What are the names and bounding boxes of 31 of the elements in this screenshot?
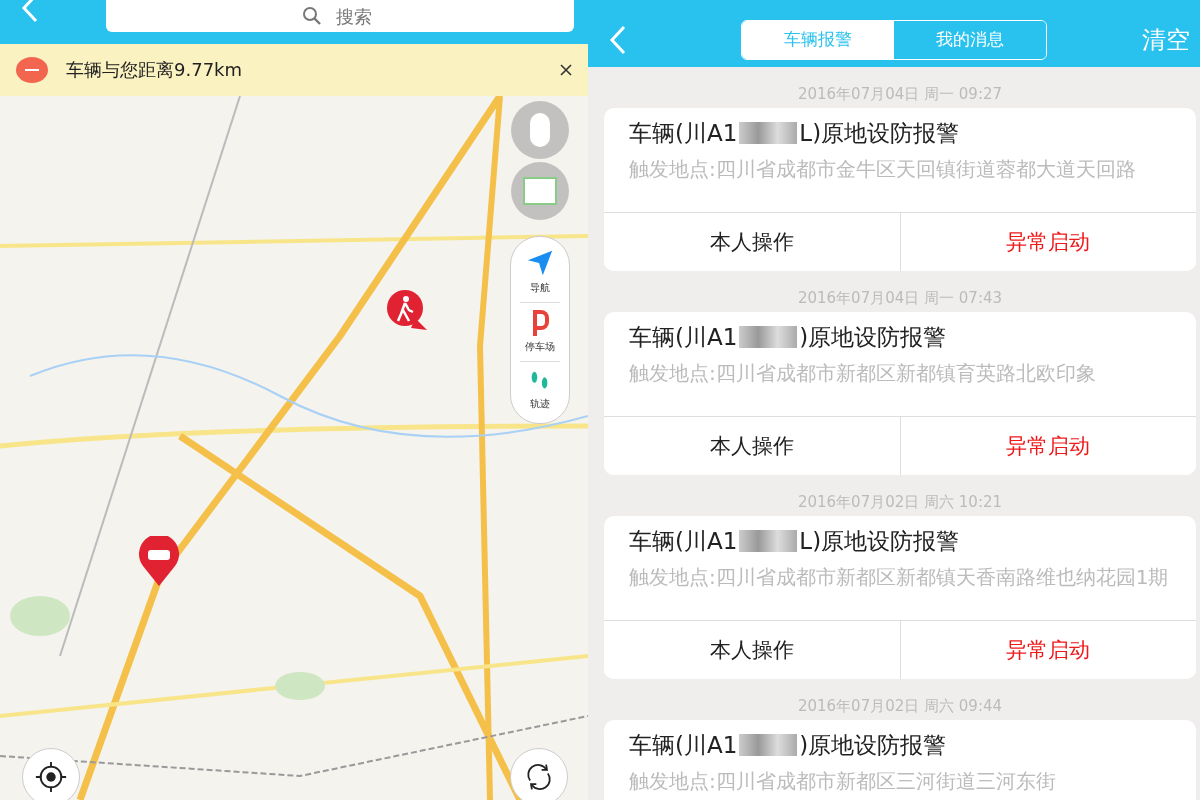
abnormal-start-button[interactable]: 异常启动 bbox=[899, 417, 1196, 475]
distance-text: 车辆与您距离9.77km bbox=[66, 58, 244, 82]
tool-button[interactable]: 停车场 bbox=[525, 306, 555, 358]
blurred-plate bbox=[739, 122, 798, 144]
tool-button[interactable]: 导航 bbox=[526, 245, 554, 299]
target-icon bbox=[34, 760, 68, 794]
tool-button[interactable]: 轨迹 bbox=[528, 365, 552, 415]
alert-address: 触发地点:四川省成都市新都区新都镇育英路北欧印象 bbox=[628, 360, 1097, 387]
alert-title: L)原地设防报警 bbox=[799, 118, 960, 148]
alert-title: 车辆(川A1 bbox=[629, 526, 738, 556]
alert-address: 触发地点:四川省成都市新都区新都镇天香南路维也纳花园1期 bbox=[628, 564, 1170, 591]
blurred-plate bbox=[739, 530, 798, 552]
abnormal-start-button[interactable]: 异常启动 bbox=[899, 213, 1196, 271]
alert-title: )原地设防报警 bbox=[799, 730, 947, 760]
abnormal-start-button[interactable]: 异常启动 bbox=[899, 621, 1196, 679]
alert-address: 触发地点:四川省成都市金牛区天回镇街道蓉都大道天回路 bbox=[628, 156, 1137, 183]
arrow-icon bbox=[526, 249, 554, 277]
alert-title: L)原地设防报警 bbox=[799, 526, 960, 556]
parking-icon bbox=[531, 310, 549, 336]
blurred-plate bbox=[739, 734, 798, 756]
alert-address: 触发地点:四川省成都市新都区三河街道三河东街 bbox=[628, 768, 1057, 795]
alert-title: 车辆(川A1 bbox=[629, 322, 738, 352]
close-icon[interactable] bbox=[560, 64, 572, 76]
minus-icon[interactable] bbox=[16, 57, 48, 83]
alert-title: )原地设防报警 bbox=[799, 322, 947, 352]
alert-title: 车辆(川A1 bbox=[629, 730, 738, 760]
blurred-plate bbox=[739, 326, 798, 348]
person-pin-icon[interactable] bbox=[385, 288, 429, 332]
search-field[interactable]: 搜索 bbox=[106, 0, 574, 32]
alert-title: 车辆(川A1 bbox=[629, 118, 738, 148]
car-pin-icon[interactable] bbox=[137, 536, 181, 588]
